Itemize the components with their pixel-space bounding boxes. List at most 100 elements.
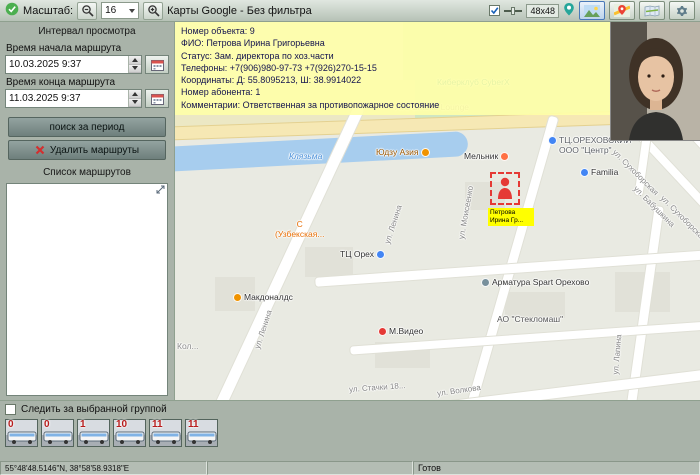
vehicle-thumbnail[interactable]: 1 (77, 419, 110, 447)
info-line: Комментарии: Ответственная за противопож… (181, 99, 605, 111)
delete-routes-button[interactable]: Удалить маршруты (8, 140, 166, 160)
map-view[interactable]: ул. Карасоваул. Ленинаул. Сухоборскаяул.… (175, 22, 700, 400)
start-time-spinner (128, 56, 141, 73)
start-calendar-button[interactable] (145, 55, 169, 74)
thumbnail-count: 1 (80, 419, 86, 430)
spin-up-button[interactable] (129, 56, 141, 65)
poi-label[interactable]: ТЦ Орех (340, 250, 385, 260)
zoom-level-select[interactable]: 16 (101, 2, 139, 19)
poi-label[interactable]: Арматура Spart Орехово (481, 278, 589, 288)
start-time-label: Время начала маршрута (6, 43, 169, 54)
info-line: Статус: Зам. директора по хоз.части (181, 50, 605, 62)
follow-group-checkbox[interactable] (5, 404, 16, 415)
vehicle-thumbnail[interactable]: 0 (5, 419, 38, 447)
vehicle-thumbnail[interactable]: 11 (149, 419, 182, 447)
poi-icon (421, 148, 430, 157)
person-icon (496, 177, 514, 200)
spin-down-button[interactable] (129, 99, 141, 108)
street-label: ул. Ленина (253, 309, 274, 350)
map-pin-icon[interactable] (563, 2, 575, 19)
marker-name-label[interactable]: Петрова Ирина Гр... (488, 208, 534, 226)
info-line: Номер абонента: 1 (181, 86, 605, 98)
zoom-in-button[interactable] (143, 2, 163, 20)
folded-map-icon (644, 5, 660, 17)
routes-list[interactable] (6, 183, 168, 396)
end-time-label: Время конца маршрута (6, 77, 169, 88)
object-info-overlay: Номер объекта: 9 ФИО: Петрова Ирина Григ… (175, 22, 611, 115)
object-photo (611, 22, 700, 140)
bus-icon (79, 431, 109, 445)
scale-label: Масштаб: (23, 5, 73, 17)
spin-up-button[interactable] (129, 90, 141, 99)
end-time-spinner (128, 90, 141, 107)
map-source-label: Карты Google - Без фильтра (167, 5, 312, 17)
search-period-button[interactable]: поиск за период (8, 117, 166, 137)
vehicle-thumbnail[interactable]: 10 (113, 419, 146, 447)
info-line: Координаты: Д: 55.8095213, Ш: 38.9914022 (181, 74, 605, 86)
magnifier-minus-icon (81, 4, 94, 17)
map-layers-button[interactable] (639, 1, 665, 20)
poi-label[interactable]: Familia (580, 168, 618, 178)
selected-object-marker[interactable] (490, 172, 520, 205)
slider-handle[interactable] (511, 7, 515, 15)
end-time-field[interactable]: 11.03.2025 9:37 (5, 89, 142, 108)
vehicle-thumbnail[interactable]: 0 (41, 419, 74, 447)
poi-label[interactable]: С (Узбекская... (275, 220, 324, 239)
settings-button[interactable] (669, 1, 695, 20)
end-time-value: 11.03.2025 9:37 (9, 93, 81, 104)
zoom-out-button[interactable] (77, 2, 97, 20)
street-label: ул. Лапина (611, 334, 623, 375)
bus-icon (43, 431, 73, 445)
status-bar: 55°48'48.5146"N, 38°58'58.9318"E Готов (0, 461, 700, 475)
poi-text: Макдоналдс (244, 293, 293, 303)
info-line: Телефоны: +7(906)980-97-73 +7(926)270-15… (181, 62, 605, 74)
calendar-icon (151, 59, 164, 71)
poi-label[interactable]: Юдзу Азия (376, 148, 430, 158)
poi-icon (378, 327, 387, 336)
icon-size-label: 48x48 (526, 4, 559, 18)
start-time-value: 10.03.2025 9:37 (9, 59, 81, 70)
street-label: ул. Ленина (383, 204, 404, 245)
poi-label[interactable]: Мельник (464, 152, 509, 162)
photo-mode-button[interactable] (579, 1, 605, 20)
calendar-icon (151, 93, 164, 105)
poi-label[interactable]: АО "Стекломаш" (497, 315, 563, 325)
poi-label[interactable]: М.Видео (378, 327, 423, 337)
ready-status: Готов (413, 461, 700, 475)
icons-checkbox[interactable] (489, 5, 500, 16)
follow-group-row: Следить за выбранной группой (0, 401, 700, 416)
poi-text: Юдзу Азия (376, 148, 419, 158)
poi-icon (376, 250, 385, 259)
search-period-label: поиск за период (50, 122, 125, 133)
delete-routes-label: Удалить маршруты (50, 145, 139, 156)
start-time-row: 10.03.2025 9:37 (5, 55, 169, 74)
google-maps-button[interactable] (609, 1, 635, 20)
poi-text: Кол... (177, 342, 199, 352)
thumbnail-count: 11 (188, 419, 199, 430)
street-label: ул. Стачки 18... (349, 381, 406, 394)
poi-label[interactable]: Кол... (177, 342, 199, 352)
bus-icon (7, 431, 37, 445)
poi-label[interactable]: Клязьма (289, 152, 322, 162)
spin-down-button[interactable] (129, 65, 141, 74)
vehicle-thumbnail[interactable]: 11 (185, 419, 218, 447)
start-time-field[interactable]: 10.03.2025 9:37 (5, 55, 142, 74)
street-label: ул. Моисеенко (457, 185, 475, 240)
poi-text: М.Видео (389, 327, 423, 337)
resize-grip-icon[interactable] (156, 185, 165, 197)
thumbnail-count: 10 (116, 419, 127, 430)
thumbnail-count: 11 (152, 419, 163, 430)
cursor-coordinates: 55°48'48.5146"N, 38°58'58.9318"E (0, 461, 207, 475)
poi-icon (500, 152, 509, 161)
connection-icon (5, 2, 19, 19)
info-line: Номер объекта: 9 (181, 25, 605, 37)
end-calendar-button[interactable] (145, 89, 169, 108)
delete-x-icon (35, 145, 45, 155)
street-label: ул. Волкова (437, 383, 482, 398)
bus-icon (187, 431, 217, 445)
routes-list-header: Список маршрутов (5, 165, 169, 181)
vehicle-thumbnails: 0 0 1 10 11 11 (0, 416, 700, 450)
icon-size-slider[interactable] (504, 10, 522, 12)
poi-label[interactable]: Макдоналдс (233, 293, 293, 303)
status-cell-empty (207, 461, 413, 475)
